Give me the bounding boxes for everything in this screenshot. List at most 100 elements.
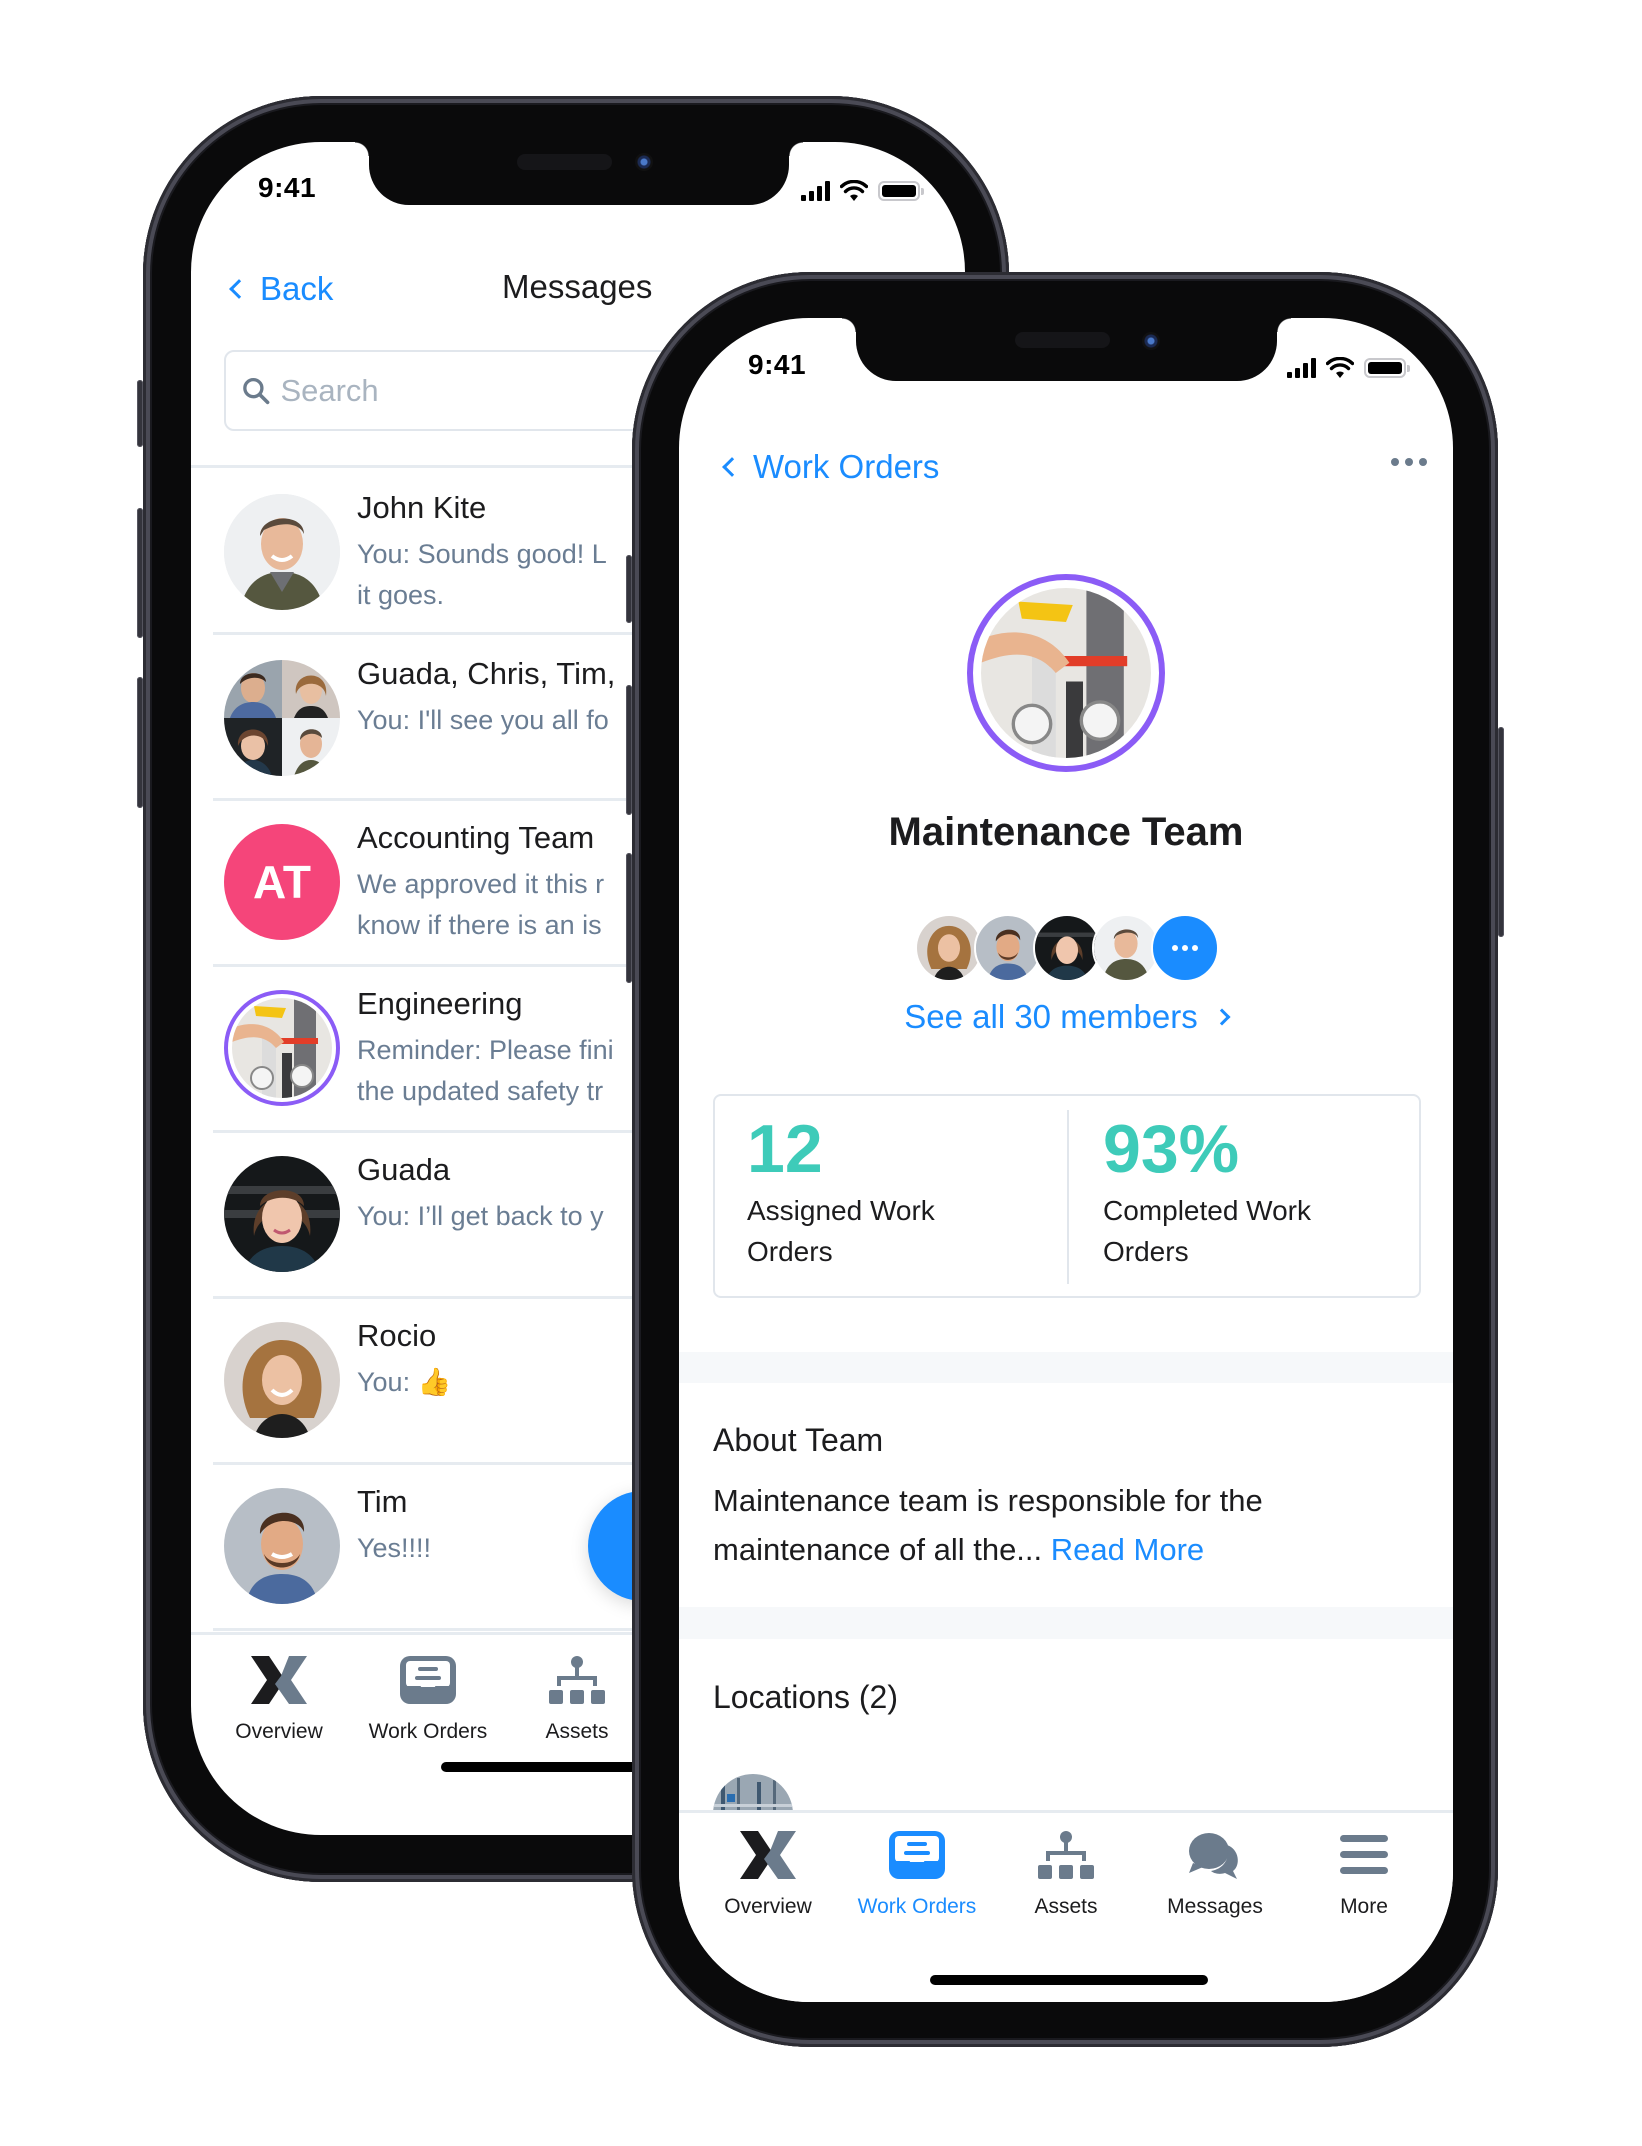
tab-work-orders[interactable]: Work Orders	[847, 1831, 987, 1919]
tab-label: Messages	[1167, 1895, 1263, 1918]
chevron-left-icon	[722, 457, 742, 477]
person-photo-icon	[224, 494, 340, 610]
person-photo-icon	[224, 1322, 340, 1438]
chevron-left-icon	[229, 279, 249, 299]
ellipsis-icon	[1172, 945, 1198, 951]
tab-overview[interactable]: Overview	[209, 1656, 349, 1744]
person-photo-icon	[224, 1488, 340, 1604]
conversation-preview: You: Sounds good! L	[357, 539, 607, 569]
tab-messages[interactable]: Messages	[1145, 1831, 1285, 1919]
inbox-tray-icon	[400, 1656, 456, 1704]
conversation-name: Guada	[357, 1152, 451, 1187]
member-avatar	[974, 914, 1042, 982]
about-title: About Team	[713, 1422, 884, 1458]
see-all-members-link[interactable]: See all 30 members	[679, 998, 1453, 1036]
stat-label: Completed Work	[1103, 1195, 1312, 1226]
see-all-members-label: See all 30 members	[904, 998, 1198, 1035]
stat-value: 93%	[1103, 1111, 1240, 1187]
more-members-button[interactable]	[1151, 914, 1219, 982]
more-options-button[interactable]	[1391, 458, 1427, 466]
stat-label-line2: Orders	[1103, 1236, 1189, 1267]
section-separator	[679, 1607, 1453, 1639]
power-button	[1498, 727, 1504, 937]
conversation-preview: You: I'll see you all fo	[357, 705, 609, 735]
tab-assets[interactable]: Assets	[507, 1656, 647, 1744]
status-time: 9:41	[748, 349, 807, 380]
person-photo-icon	[1094, 916, 1158, 980]
hamburger-menu-icon	[1340, 1835, 1388, 1874]
signal-icon	[801, 181, 830, 201]
tab-work-orders[interactable]: Work Orders	[358, 1656, 498, 1744]
tab-label: Overview	[724, 1895, 812, 1918]
chat-bubbles-icon	[1189, 1833, 1238, 1879]
person-photo-icon	[1035, 916, 1099, 980]
stat-label-line2: Orders	[747, 1236, 833, 1267]
battery-icon	[1364, 358, 1410, 378]
conversation-name: Guada, Chris, Tim,	[357, 656, 616, 691]
hierarchy-icon	[549, 1656, 605, 1704]
team-name: Maintenance Team	[888, 810, 1244, 854]
tab-label: Assets	[1034, 1895, 1098, 1918]
stat-assigned: 12 Assigned Work Orders	[747, 1110, 935, 1272]
team-photo-icon	[232, 998, 332, 1098]
person-photo-icon	[224, 1156, 340, 1272]
status-icons	[801, 180, 924, 202]
conversation-name: Accounting Team	[357, 820, 595, 855]
status-icons	[1287, 357, 1410, 379]
speaker	[1015, 332, 1110, 348]
about-text-line2-wrap: maintenance of all the... Read More	[713, 1525, 1433, 1574]
x-logo-icon	[740, 1831, 796, 1879]
avatar	[224, 990, 340, 1106]
stats-card: 12 Assigned Work Orders 93% Completed Wo…	[713, 1094, 1421, 1298]
wifi-icon	[840, 180, 868, 201]
about-text: Maintenance team is responsible for the …	[713, 1476, 1433, 1574]
team-avatar	[967, 574, 1165, 772]
back-button[interactable]: Back	[229, 270, 334, 308]
avatar	[224, 1322, 340, 1438]
tab-assets[interactable]: Assets	[996, 1831, 1136, 1919]
avatar	[224, 1488, 340, 1604]
conversation-preview: Reminder: Please fini	[357, 1035, 614, 1065]
battery-icon	[878, 181, 924, 201]
conversation-name: John Kite	[357, 490, 487, 525]
tab-label: Assets	[545, 1720, 609, 1743]
conversation-preview: You: I’ll get back to y	[357, 1201, 604, 1231]
conversation-preview: We approved it this r	[357, 869, 605, 899]
member-avatar	[915, 914, 983, 982]
back-label: Work Orders	[753, 448, 940, 485]
member-avatar	[1033, 914, 1101, 982]
phone-team-detail: 9:41 Work Orders Maintenance Team See al…	[626, 272, 1504, 2047]
stats-divider	[1067, 1110, 1069, 1284]
signal-icon	[1287, 358, 1316, 378]
stat-completed: 93% Completed Work Orders	[1103, 1110, 1311, 1272]
read-more-link[interactable]: Read More	[1051, 1532, 1204, 1567]
speaker	[517, 154, 612, 170]
wifi-icon	[1326, 357, 1354, 378]
conversation-name: Rocio	[357, 1318, 437, 1353]
conversation-preview-line2: it goes.	[357, 580, 445, 610]
ellipsis-icon	[1391, 458, 1427, 466]
camera	[635, 153, 653, 171]
about-text-line2: maintenance of all the...	[713, 1532, 1043, 1567]
conversation-preview: Yes!!!!	[357, 1533, 432, 1563]
tab-label: More	[1340, 1895, 1388, 1918]
group-photo-icon	[224, 660, 340, 776]
member-avatars[interactable]	[915, 914, 1219, 982]
section-separator	[679, 1352, 1453, 1383]
notch	[842, 318, 1291, 381]
conversation-name: Engineering	[357, 986, 523, 1021]
chevron-right-icon	[1213, 1008, 1231, 1026]
about-text-line1: Maintenance team is responsible for the	[713, 1483, 1263, 1518]
tab-label: Work Orders	[368, 1720, 488, 1743]
tab-overview[interactable]: Overview	[698, 1831, 838, 1919]
conversation-preview-line2: the updated safety tr	[357, 1076, 604, 1106]
conversation-name: Tim	[357, 1484, 408, 1519]
inbox-tray-icon	[889, 1831, 945, 1879]
tab-more[interactable]: More	[1294, 1831, 1434, 1919]
back-button[interactable]: Work Orders	[722, 448, 940, 486]
tab-label: Work Orders	[857, 1895, 977, 1918]
person-photo-icon	[976, 916, 1040, 980]
stat-label: Assigned Work	[747, 1195, 935, 1226]
tabbar: Overview Work Orders Assets Messages Mor…	[679, 1810, 1453, 2002]
back-label: Back	[260, 270, 334, 307]
